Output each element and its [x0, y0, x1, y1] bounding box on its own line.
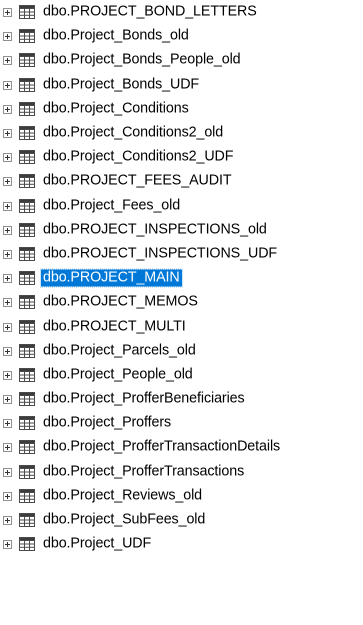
expand-plus-icon[interactable] — [3, 370, 12, 380]
expand-plus-icon[interactable] — [3, 274, 12, 284]
tree-node-label: dbo.PROJECT_MULTI — [43, 318, 186, 335]
tree-node-label: dbo.Project_SubFees_old — [43, 511, 206, 528]
table-icon — [19, 150, 35, 165]
expand-plus-icon[interactable] — [3, 443, 12, 453]
tree-node-table[interactable]: dbo.Project_Bonds_People_old — [0, 48, 363, 72]
table-icon — [19, 295, 35, 310]
tree-node-table[interactable]: dbo.PROJECT_MULTI — [0, 314, 363, 338]
expand-plus-icon[interactable] — [3, 8, 12, 18]
expand-plus-icon[interactable] — [3, 298, 12, 308]
table-icon — [19, 392, 35, 407]
expand-plus-icon[interactable] — [3, 346, 12, 356]
tree-node-label: dbo.Project_Conditions2_old — [43, 124, 224, 141]
table-icon — [19, 319, 35, 334]
tree-node-table[interactable]: dbo.PROJECT_MAIN — [0, 266, 363, 290]
tree-node-label: dbo.Project_Conditions — [43, 100, 189, 117]
tree-node-label: dbo.Project_Conditions2_UDF — [43, 148, 234, 165]
table-icon — [19, 5, 35, 20]
table-icon — [19, 416, 35, 431]
tree-node-label: dbo.Project_Proffers — [43, 414, 172, 431]
expand-plus-icon[interactable] — [3, 153, 12, 163]
table-icon — [19, 53, 35, 68]
tree-node-table[interactable]: dbo.PROJECT_FEES_AUDIT — [0, 169, 363, 193]
table-icon — [19, 440, 35, 455]
tree-node-label: dbo.PROJECT_FEES_AUDIT — [43, 172, 232, 189]
object-explorer-tree: dbo.PROJECT_BOND_LETTERS dbo.Project_Bond… — [0, 0, 363, 556]
table-icon — [19, 513, 35, 528]
expand-plus-icon[interactable] — [3, 32, 12, 42]
expand-plus-icon[interactable] — [3, 177, 12, 187]
tree-node-table[interactable]: dbo.Project_People_old — [0, 363, 363, 387]
expand-plus-icon[interactable] — [3, 104, 12, 114]
table-icon — [19, 174, 35, 189]
table-icon — [19, 537, 35, 552]
tree-node-table[interactable]: dbo.Project_ProfferTransactionDetails — [0, 435, 363, 459]
expand-plus-icon[interactable] — [3, 249, 12, 259]
tree-node-table[interactable]: dbo.Project_SubFees_old — [0, 508, 363, 532]
table-icon — [19, 246, 35, 261]
tree-node-label: dbo.PROJECT_INSPECTIONS_UDF — [43, 245, 278, 262]
tree-node-label: dbo.Project_Bonds_UDF — [43, 76, 200, 93]
table-icon — [19, 343, 35, 358]
expand-plus-icon[interactable] — [3, 516, 12, 526]
table-icon — [19, 271, 35, 286]
table-icon — [19, 488, 35, 503]
expand-plus-icon[interactable] — [3, 467, 12, 477]
tree-node-table[interactable]: dbo.Project_Reviews_old — [0, 484, 363, 508]
tree-node-label: dbo.Project_ProfferTransactions — [43, 463, 245, 480]
table-icon — [19, 222, 35, 237]
tree-node-label: dbo.Project_People_old — [43, 366, 193, 383]
expand-plus-icon[interactable] — [3, 540, 12, 550]
tree-node-label: dbo.PROJECT_MAIN — [40, 268, 183, 288]
tree-node-label: dbo.Project_Bonds_old — [43, 27, 189, 44]
tree-node-table[interactable]: dbo.PROJECT_MEMOS — [0, 290, 363, 314]
tree-node-label: dbo.PROJECT_MEMOS — [43, 293, 198, 310]
expand-plus-icon[interactable] — [3, 80, 12, 90]
expand-plus-icon[interactable] — [3, 129, 12, 139]
tree-node-label: dbo.Project_ProfferTransactionDetails — [43, 438, 281, 455]
tree-node-label: dbo.PROJECT_BOND_LETTERS — [43, 3, 257, 20]
tree-node-label: dbo.Project_Parcels_old — [43, 342, 196, 359]
tree-node-label: dbo.Project_ProfferBeneficiaries — [43, 390, 245, 407]
tree-node-table[interactable]: dbo.Project_ProfferBeneficiaries — [0, 387, 363, 411]
tree-node-table[interactable]: dbo.Project_Parcels_old — [0, 339, 363, 363]
tree-node-table[interactable]: dbo.PROJECT_INSPECTIONS_UDF — [0, 242, 363, 266]
tree-node-table[interactable]: dbo.Project_Bonds_UDF — [0, 73, 363, 97]
table-icon — [19, 77, 35, 92]
tree-node-table[interactable]: dbo.PROJECT_BOND_LETTERS — [0, 0, 363, 24]
table-icon — [19, 101, 35, 116]
tree-node-label: dbo.Project_Fees_old — [43, 197, 181, 214]
tree-node-label: dbo.Project_UDF — [43, 535, 152, 552]
tree-node-table[interactable]: dbo.Project_Fees_old — [0, 194, 363, 218]
tree-node-table[interactable]: dbo.Project_Proffers — [0, 411, 363, 435]
tree-node-table[interactable]: dbo.Project_Conditions — [0, 97, 363, 121]
expand-plus-icon[interactable] — [3, 395, 12, 405]
tree-node-table[interactable]: dbo.Project_Bonds_old — [0, 24, 363, 48]
tree-node-table[interactable]: dbo.Project_Conditions2_UDF — [0, 145, 363, 169]
table-icon — [19, 198, 35, 213]
table-icon — [19, 367, 35, 382]
expand-plus-icon[interactable] — [3, 322, 12, 332]
tree-node-label: dbo.Project_Bonds_People_old — [43, 51, 241, 68]
expand-plus-icon[interactable] — [3, 419, 12, 429]
tree-node-table[interactable]: dbo.Project_ProfferTransactions — [0, 460, 363, 484]
expand-plus-icon[interactable] — [3, 225, 12, 235]
table-icon — [19, 464, 35, 479]
expand-plus-icon[interactable] — [3, 201, 12, 211]
tree-node-table[interactable]: dbo.Project_Conditions2_old — [0, 121, 363, 145]
tree-node-label: dbo.Project_Reviews_old — [43, 487, 203, 504]
table-icon — [19, 126, 35, 141]
tree-node-table[interactable]: dbo.PROJECT_INSPECTIONS_old — [0, 218, 363, 242]
tree-node-label: dbo.PROJECT_INSPECTIONS_old — [43, 221, 267, 238]
expand-plus-icon[interactable] — [3, 491, 12, 501]
table-icon — [19, 29, 35, 44]
tree-node-table[interactable]: dbo.Project_UDF — [0, 532, 363, 556]
expand-plus-icon[interactable] — [3, 56, 12, 66]
